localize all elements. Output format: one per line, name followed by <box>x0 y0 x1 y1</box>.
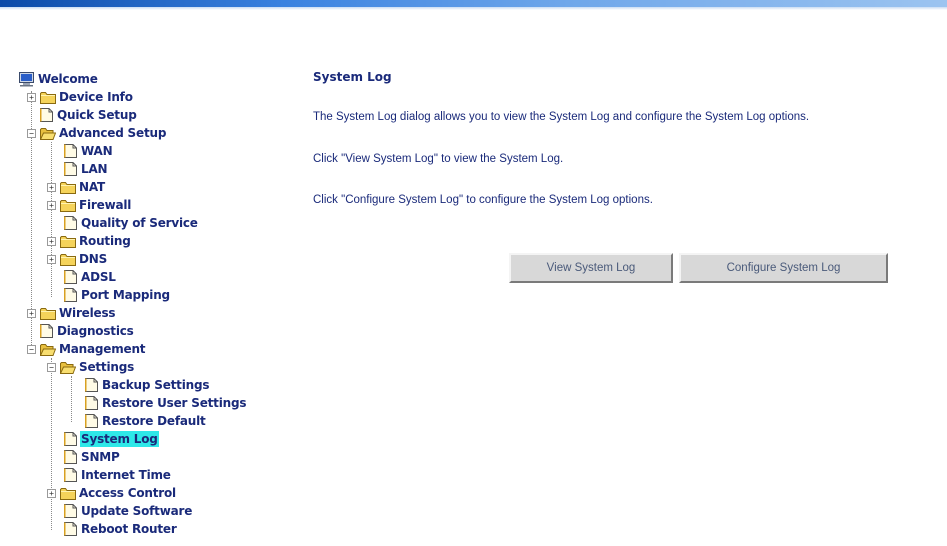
tree-label-dns: DNS <box>79 252 108 266</box>
computer-icon <box>18 72 36 87</box>
tree-label-firewall: Firewall <box>79 198 132 212</box>
page-icon <box>64 504 77 518</box>
tree-label-port-mapping: Port Mapping <box>81 288 170 302</box>
page-icon <box>85 378 98 392</box>
tree-label-welcome: Welcome <box>38 72 98 86</box>
page-icon <box>64 162 77 176</box>
page-icon <box>64 432 77 446</box>
configure-hint-text: Click "Configure System Log" to configur… <box>313 194 653 206</box>
folder-icon <box>60 487 76 500</box>
expand-access-control-icon[interactable]: + <box>47 489 56 498</box>
collapse-advanced-setup-icon[interactable]: − <box>27 129 36 138</box>
page-icon <box>64 288 77 302</box>
tree-item-firewall[interactable]: Firewall <box>60 196 132 214</box>
page-icon <box>85 414 98 428</box>
folder-icon <box>40 91 56 104</box>
tree-item-reboot-router[interactable]: Reboot Router <box>64 520 178 538</box>
tree-item-update-software[interactable]: Update Software <box>64 502 193 520</box>
tree-label-qos: Quality of Service <box>81 216 198 230</box>
tree-label-update-software: Update Software <box>81 504 193 518</box>
tree-label-advanced-setup: Advanced Setup <box>59 126 167 140</box>
page-icon <box>40 324 53 338</box>
page-icon <box>64 522 77 536</box>
expand-firewall-icon[interactable]: + <box>47 201 56 210</box>
tree-item-diagnostics[interactable]: Diagnostics <box>40 322 135 340</box>
tree-item-backup-settings[interactable]: Backup Settings <box>85 376 210 394</box>
expand-dns-icon[interactable]: + <box>47 255 56 264</box>
tree-item-restore-user-settings[interactable]: Restore User Settings <box>85 394 247 412</box>
tree-item-lan[interactable]: LAN <box>64 160 108 178</box>
description-text: The System Log dialog allows you to view… <box>313 111 810 123</box>
tree-item-advanced-setup[interactable]: Advanced Setup <box>40 124 167 142</box>
tree-label-internet-time: Internet Time <box>81 468 171 482</box>
tree-item-routing[interactable]: Routing <box>60 232 132 250</box>
page-title: System Log <box>313 70 392 84</box>
folder-icon <box>60 181 76 194</box>
tree-label-access-control: Access Control <box>79 486 176 500</box>
page-icon <box>64 144 77 158</box>
tree-label-wan: WAN <box>81 144 113 158</box>
tree-label-backup-settings: Backup Settings <box>102 378 210 392</box>
tree-item-adsl[interactable]: ADSL <box>64 268 117 286</box>
tree-label-restore-default: Restore Default <box>102 414 206 428</box>
tree-label-nat: NAT <box>79 180 105 194</box>
tree-label-management: Management <box>59 342 146 356</box>
page-icon <box>85 396 98 410</box>
tree-item-port-mapping[interactable]: Port Mapping <box>64 286 171 304</box>
tree-label-settings: Settings <box>79 360 135 374</box>
tree-item-wireless[interactable]: Wireless <box>40 304 116 322</box>
tree-item-welcome[interactable]: Welcome <box>18 70 99 88</box>
tree-label-routing: Routing <box>79 234 131 248</box>
tree-item-restore-default[interactable]: Restore Default <box>85 412 207 430</box>
tree-item-device-info[interactable]: Device Info <box>40 88 134 106</box>
tree-item-settings[interactable]: Settings <box>60 358 135 376</box>
configure-system-log-button[interactable]: Configure System Log <box>679 253 888 283</box>
page-icon <box>64 216 77 230</box>
tree-item-internet-time[interactable]: Internet Time <box>64 466 172 484</box>
tree-label-device-info: Device Info <box>59 90 133 104</box>
page-icon <box>64 270 77 284</box>
tree-label-quick-setup: Quick Setup <box>57 108 137 122</box>
open-folder-icon <box>40 127 56 140</box>
tree-item-nat[interactable]: NAT <box>60 178 106 196</box>
expand-device-info-icon[interactable]: + <box>27 93 36 102</box>
collapse-settings-icon[interactable]: − <box>47 363 56 372</box>
tree-item-dns[interactable]: DNS <box>60 250 108 268</box>
tree-label-diagnostics: Diagnostics <box>57 324 134 338</box>
tree-label-lan: LAN <box>81 162 108 176</box>
tree-label-restore-user-settings: Restore User Settings <box>102 396 247 410</box>
page-icon <box>64 468 77 482</box>
expand-nat-icon[interactable]: + <box>47 183 56 192</box>
tree-item-access-control[interactable]: Access Control <box>60 484 177 502</box>
top-banner-shadow <box>0 7 947 10</box>
page-icon <box>40 108 53 122</box>
open-folder-icon <box>40 343 56 356</box>
tree-label-reboot-router: Reboot Router <box>81 522 177 536</box>
tree-item-snmp[interactable]: SNMP <box>64 448 121 466</box>
tree-label-system-log: System Log <box>80 431 159 447</box>
folder-icon <box>60 253 76 266</box>
tree-label-snmp: SNMP <box>81 450 120 464</box>
tree-item-quick-setup[interactable]: Quick Setup <box>40 106 138 124</box>
tree-item-wan[interactable]: WAN <box>64 142 113 160</box>
collapse-management-icon[interactable]: − <box>27 345 36 354</box>
expand-wireless-icon[interactable]: + <box>27 309 36 318</box>
page-icon <box>64 450 77 464</box>
view-hint-text: Click "View System Log" to view the Syst… <box>313 153 564 165</box>
tree-label-adsl: ADSL <box>81 270 116 284</box>
folder-icon <box>40 307 56 320</box>
top-banner <box>0 0 947 7</box>
open-folder-icon <box>60 361 76 374</box>
folder-icon <box>60 235 76 248</box>
folder-icon <box>60 199 76 212</box>
tree-item-quality-of-service[interactable]: Quality of Service <box>64 214 199 232</box>
tree-label-wireless: Wireless <box>59 306 116 320</box>
tree-item-management[interactable]: Management <box>40 340 146 358</box>
tree-item-system-log[interactable]: System Log <box>64 430 159 448</box>
view-system-log-button[interactable]: View System Log <box>509 253 673 283</box>
expand-routing-icon[interactable]: + <box>47 237 56 246</box>
